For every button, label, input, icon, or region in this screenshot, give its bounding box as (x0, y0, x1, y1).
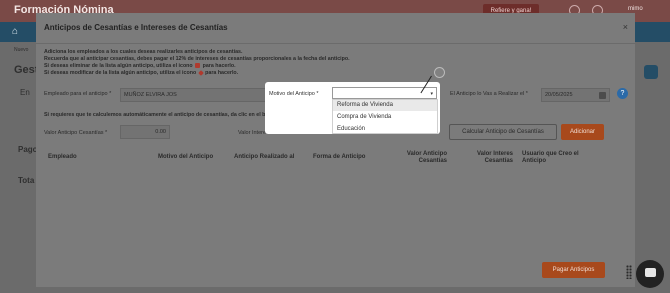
grip-icon[interactable] (626, 265, 632, 279)
info-line-4: Si deseas modificar de la lista algún an… (44, 69, 239, 76)
reason-option-educacion[interactable]: Educación (333, 124, 437, 135)
col-reason: Motivo del Anticipo (158, 154, 214, 160)
info-line-4-suffix: para hacerlo. (205, 70, 239, 76)
close-icon[interactable]: × (623, 22, 628, 32)
pencil-icon (197, 69, 204, 76)
advances-table-header: Empleado Motivo del Anticipo Anticipo Re… (36, 150, 635, 176)
reason-dropdown-list: Reforma de Vivienda Compra de Vivienda E… (332, 99, 438, 134)
date-input[interactable]: 20/05/2025 (541, 88, 610, 102)
col-employee: Empleado (48, 154, 77, 160)
col-method: Forma de Anticipo (313, 154, 366, 160)
trash-icon (195, 63, 201, 69)
bg-breadcrumb: Nuevo (14, 47, 29, 53)
employee-label: Empleado para el anticipo * (44, 91, 112, 97)
date-label: El Anticipo lo Vas a Realizar el * (450, 91, 528, 97)
calculate-button[interactable]: Calcular Anticipo de Cesantías (449, 124, 557, 140)
advance-value-input[interactable]: 0.00 (120, 125, 170, 139)
col-advance-value: Valor Anticipo Cesantías (406, 151, 447, 164)
col-created-by: Usuario que Creo el Anticipo (522, 151, 579, 164)
chevron-down-icon: ▾ (430, 91, 433, 97)
bg-label-pago: Pago (18, 145, 38, 154)
info-line-3-suffix: para hacerlo. (202, 63, 236, 69)
info-line-3-text: Si deseas eliminar de la lista algún ant… (44, 63, 193, 69)
modal-title: Anticipos de Cesantías e Intereses de Ce… (44, 23, 228, 32)
advance-value-label: Valor Anticipo Cesantías * (44, 130, 108, 136)
info-line-4-text: Si deseas modificar de la lista algún an… (44, 70, 197, 76)
info-line-2: Recuerda que al anticipar cesantías, deb… (44, 56, 350, 62)
reason-option-compra[interactable]: Compra de Vivienda (333, 112, 437, 123)
col-interest-value: Valor Interes Cesantías (476, 151, 513, 164)
bg-title: Gest (14, 64, 39, 76)
reason-option-reforma[interactable]: Reforma de Vivienda (333, 100, 437, 111)
bg-menu-button[interactable] (644, 65, 658, 79)
add-button[interactable]: Adicionar (561, 124, 604, 140)
employee-select[interactable]: MUÑOZ ELVIRA JOS (120, 88, 266, 102)
calendar-icon[interactable] (599, 92, 606, 99)
chat-icon (645, 268, 656, 277)
modal-divider (36, 43, 635, 44)
reason-label: Motivo del Anticipo * (269, 91, 319, 97)
user-name[interactable]: mimo (628, 6, 643, 12)
bg-tab[interactable]: En (20, 88, 30, 97)
date-value: 20/05/2025 (545, 92, 573, 98)
cursor-indicator (434, 67, 445, 78)
bg-label-total: Tota (18, 176, 35, 185)
info-line-3: Si deseas eliminar de la lista algún ant… (44, 63, 236, 69)
info-line-1: Adiciona los empleados a los cuales dese… (44, 49, 243, 55)
advances-modal: Anticipos de Cesantías e Intereses de Ce… (36, 13, 635, 287)
help-icon[interactable]: ? (617, 88, 628, 99)
home-icon[interactable]: ⌂ (12, 26, 18, 37)
col-date: Anticipo Realizado al (234, 154, 295, 160)
pay-advances-button[interactable]: Pagar Anticipos (542, 262, 605, 278)
